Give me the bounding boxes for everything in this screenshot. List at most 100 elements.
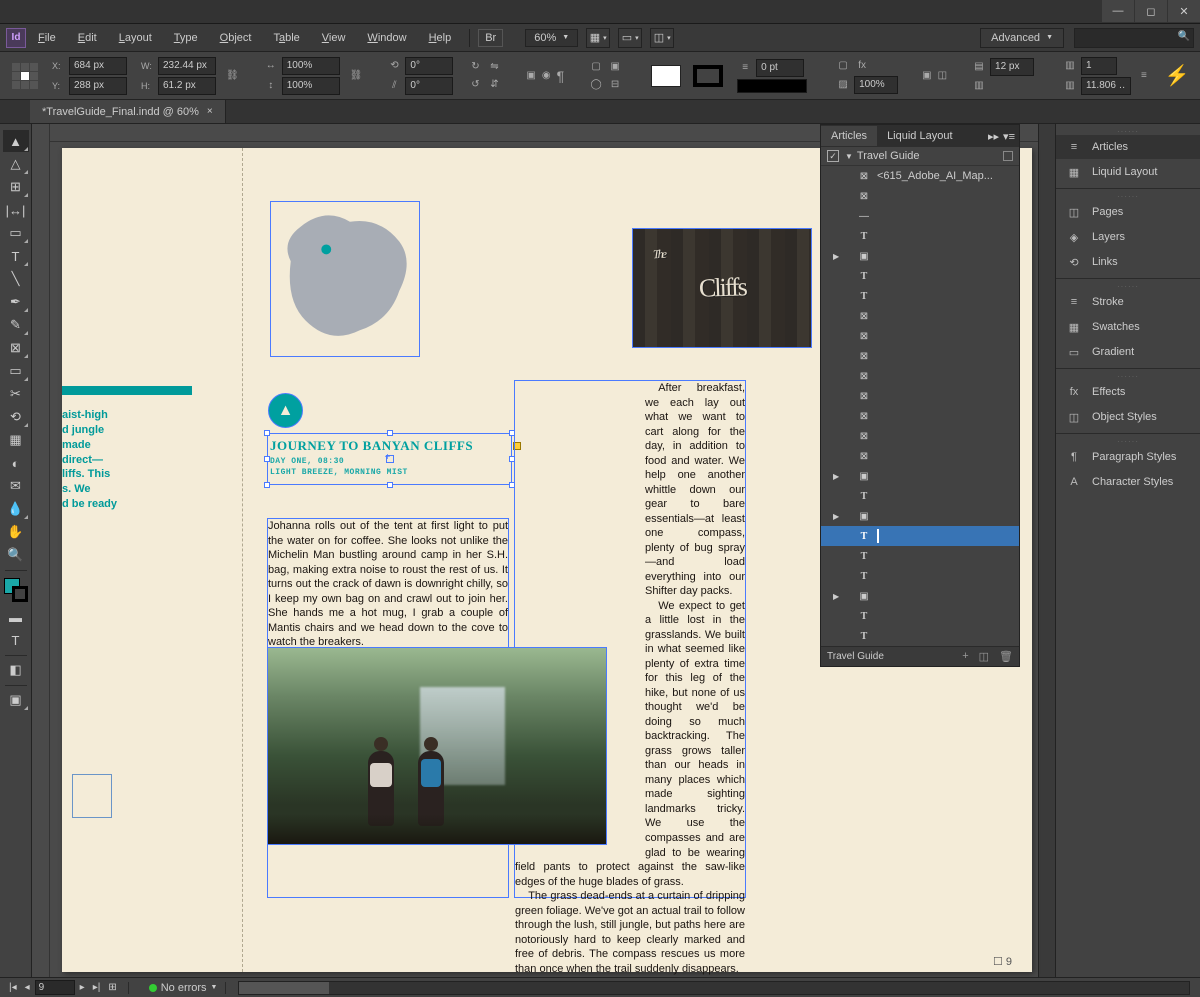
article-item[interactable]: T xyxy=(821,626,1019,646)
flip-v-icon[interactable]: ⇵ xyxy=(486,77,502,93)
page-tool[interactable]: ⊞ xyxy=(3,176,29,198)
article-item[interactable]: ⊠ xyxy=(821,426,1019,446)
reference-point[interactable] xyxy=(12,63,38,89)
zoom-tool[interactable]: 🔍 xyxy=(3,544,29,566)
pen-tool[interactable]: ✒ xyxy=(3,291,29,313)
maximize-button[interactable]: ◻ xyxy=(1135,0,1167,22)
cliffs-hero-image[interactable]: The Cliffs xyxy=(632,228,812,348)
gradient-swatch-tool[interactable]: ▦ xyxy=(3,429,29,451)
align-icon[interactable]: ▤ xyxy=(971,59,987,75)
gutter-input[interactable] xyxy=(1081,77,1131,95)
article-item[interactable]: ⊠ xyxy=(821,386,1019,406)
menu-help[interactable]: Help xyxy=(419,28,462,48)
collapse-panel-icon[interactable]: ▸▸ xyxy=(988,130,999,143)
selection-tool[interactable]: ▲ xyxy=(3,130,29,152)
article-list[interactable]: ⊠<615_Adobe_AI_Map...⊠—T▶▣TT⊠⊠⊠⊠⊠⊠⊠⊠▶▣T▶… xyxy=(821,166,1019,646)
default-fill-stroke-icon[interactable]: ◧ xyxy=(3,659,29,681)
article-group-header[interactable]: ✓ ▼ Travel Guide xyxy=(821,147,1019,166)
pencil-tool[interactable]: ✎ xyxy=(3,314,29,336)
menu-type[interactable]: Type xyxy=(164,28,208,48)
quick-apply-icon[interactable]: ⚡ xyxy=(1153,63,1200,88)
new-article-icon[interactable]: + xyxy=(962,650,968,663)
type-tool[interactable]: T xyxy=(3,245,29,267)
article-item[interactable]: ⊠ xyxy=(821,346,1019,366)
last-page-icon[interactable]: ▸| xyxy=(90,982,104,993)
article-item[interactable]: T xyxy=(821,546,1019,566)
article-item[interactable]: T xyxy=(821,606,1019,626)
stroke-style-dropdown[interactable] xyxy=(737,79,807,93)
eyedropper-tool[interactable]: 💧 xyxy=(3,498,29,520)
article-item[interactable]: ⊠ xyxy=(821,366,1019,386)
menu-view[interactable]: View xyxy=(312,28,356,48)
rectangle-frame-tool[interactable]: ⊠ xyxy=(3,337,29,359)
app-logo[interactable]: Id xyxy=(6,28,26,48)
collapse-icon[interactable]: ▼ xyxy=(845,152,853,161)
dock-item-character-styles[interactable]: ACharacter Styles xyxy=(1056,470,1200,494)
map-image-frame[interactable] xyxy=(270,201,420,357)
dock-item-links[interactable]: ⟲Links xyxy=(1056,250,1200,274)
fill-swatch[interactable] xyxy=(651,65,681,87)
gap-tool[interactable]: |↔| xyxy=(3,199,29,221)
cols-input[interactable] xyxy=(990,58,1034,76)
corner-options-icon[interactable]: ▢ xyxy=(835,58,851,74)
constrain-scale-icon[interactable]: ⛓ xyxy=(350,68,363,84)
scale-x-input[interactable] xyxy=(282,57,340,75)
select-container-icon[interactable]: ▣ xyxy=(526,68,535,84)
rectangle-tool[interactable]: ▭ xyxy=(3,360,29,382)
menu-file[interactable]: File xyxy=(28,28,66,48)
article-item[interactable]: ⊠ xyxy=(821,406,1019,426)
articles-tab[interactable]: Articles xyxy=(821,126,877,146)
dock-item-effects[interactable]: fxEffects xyxy=(1056,380,1200,404)
screen-mode-icon[interactable]: ▭ xyxy=(618,28,642,48)
content-collector-tool[interactable]: ▭ xyxy=(3,222,29,244)
menu-window[interactable]: Window xyxy=(357,28,416,48)
fit-frame-icon[interactable]: ◫ xyxy=(938,68,947,84)
scale-y-input[interactable] xyxy=(282,77,340,95)
rotate-input[interactable] xyxy=(405,57,453,75)
article-item[interactable]: ▶▣ xyxy=(821,246,1019,266)
heading-text-frame[interactable]: JOURNEY TO BANYAN CLIFFS DAY ONE, 08:30 … xyxy=(267,433,512,485)
screen-mode-tool[interactable]: ▣ xyxy=(3,689,29,711)
article-item[interactable]: ▶▣ xyxy=(821,586,1019,606)
text-wrap-bound-icon[interactable]: ▣ xyxy=(607,59,623,75)
flip-h-icon[interactable]: ⇋ xyxy=(486,59,502,75)
article-item[interactable]: ⊠ xyxy=(821,446,1019,466)
article-item[interactable]: ⊠<615_Adobe_AI_Map... xyxy=(821,166,1019,186)
articles-panel[interactable]: Articles Liquid Layout ▸▸ ▾≡ ✓ ▼ Travel G… xyxy=(820,124,1020,667)
workspace-switcher[interactable]: Advanced▼ xyxy=(980,28,1064,48)
dock-item-stroke[interactable]: ≡Stroke xyxy=(1056,290,1200,314)
close-tab-icon[interactable]: × xyxy=(207,106,213,117)
line-tool[interactable]: ╲ xyxy=(3,268,29,290)
constrain-icon[interactable]: ⛓ xyxy=(226,68,239,84)
note-tool[interactable]: ✉ xyxy=(3,475,29,497)
page-number-input[interactable]: 9 xyxy=(35,980,75,995)
text-wrap-shape-icon[interactable]: ◯ xyxy=(588,77,604,93)
dock-item-paragraph-styles[interactable]: ¶Paragraph Styles xyxy=(1056,445,1200,469)
close-button[interactable]: ✕ xyxy=(1168,0,1200,22)
effects-icon[interactable]: fx xyxy=(854,58,870,74)
add-selection-icon[interactable]: ◫ xyxy=(979,650,989,663)
apply-color-icon[interactable]: ▬ xyxy=(3,606,29,628)
opacity-input[interactable] xyxy=(854,76,898,94)
article-item[interactable]: ⊠ xyxy=(821,326,1019,346)
article-include-checkbox[interactable]: ✓ xyxy=(827,150,839,162)
menu-edit[interactable]: Edit xyxy=(68,28,107,48)
shear-input[interactable] xyxy=(405,77,453,95)
text-wrap-icon[interactable]: ▢ xyxy=(588,59,604,75)
balance-columns-icon[interactable]: ≡ xyxy=(1141,68,1147,84)
dock-item-layers[interactable]: ◈Layers xyxy=(1056,225,1200,249)
delete-article-icon[interactable]: 🗑 xyxy=(999,650,1013,663)
page-thumbnail[interactable] xyxy=(72,774,112,818)
article-item[interactable]: T xyxy=(821,226,1019,246)
dock-item-articles[interactable]: ≡Articles xyxy=(1056,135,1200,159)
zoom-level[interactable]: 60%▼ xyxy=(525,29,578,47)
y-input[interactable] xyxy=(69,77,127,95)
liquid-layout-tab[interactable]: Liquid Layout xyxy=(877,126,962,146)
tent-icon[interactable]: ▲ xyxy=(268,393,303,428)
panel-menu-icon[interactable]: ▾≡ xyxy=(1003,130,1015,143)
text-wrap-jump-icon[interactable]: ⊟ xyxy=(607,77,623,93)
canvas[interactable]: aist-high d jungle made direct— liffs. T… xyxy=(32,124,1055,977)
rotate-cw-icon[interactable]: ↻ xyxy=(467,59,483,75)
article-item[interactable]: — xyxy=(821,206,1019,226)
article-item[interactable]: T xyxy=(821,486,1019,506)
